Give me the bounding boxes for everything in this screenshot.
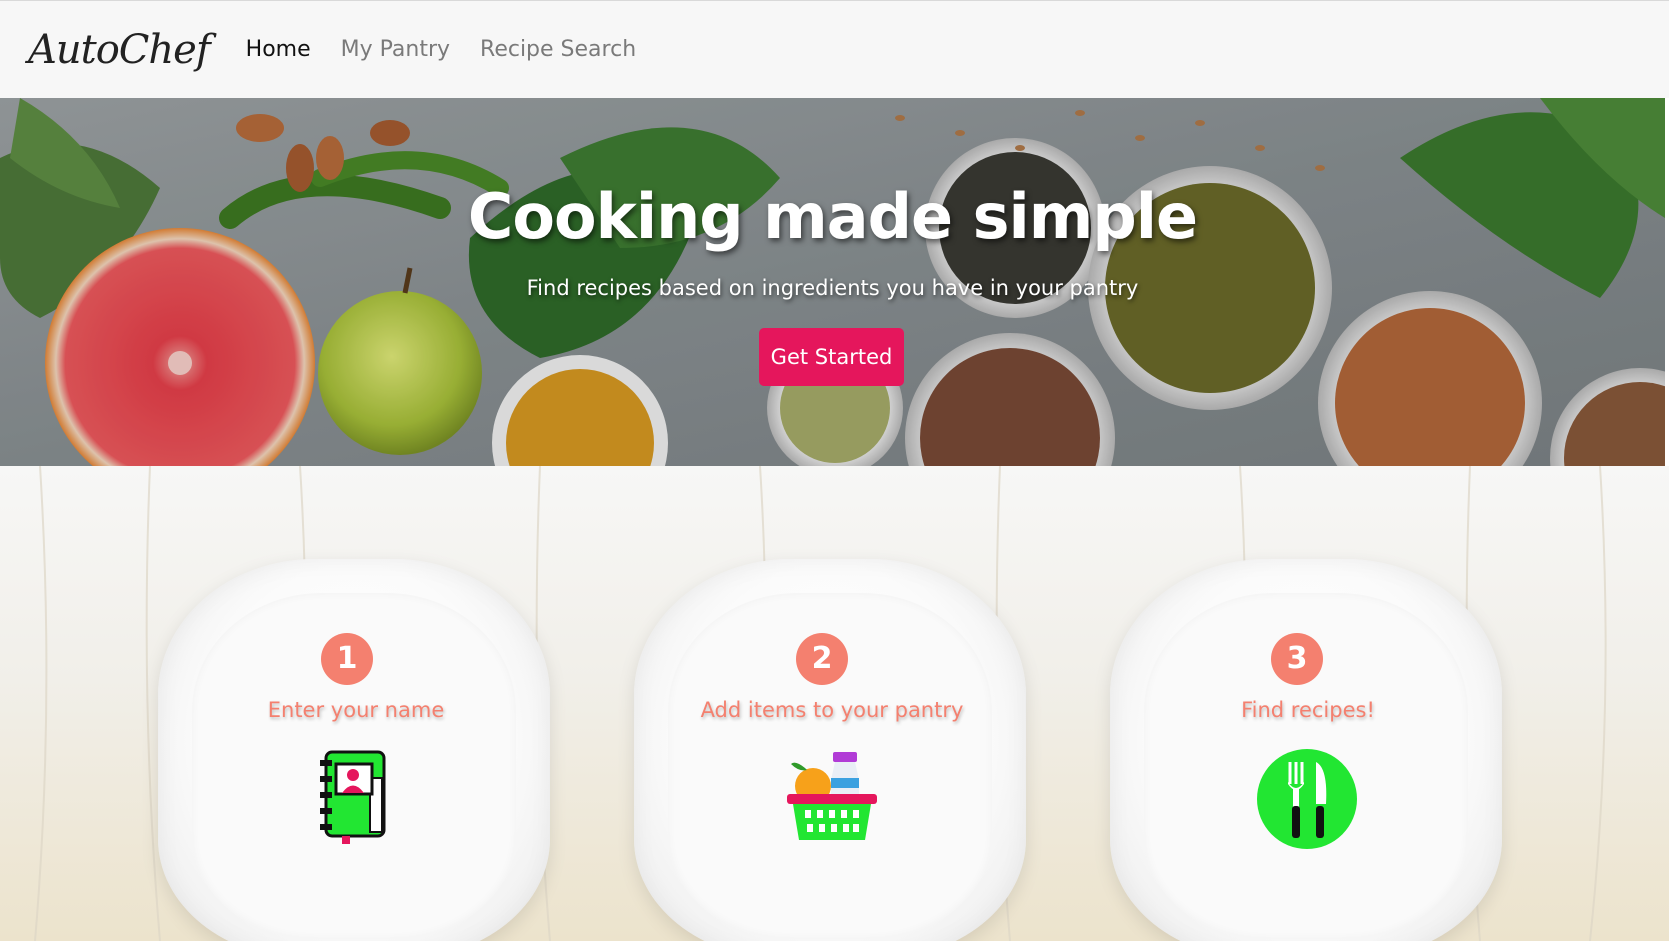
nav-link-home[interactable]: Home [246, 37, 311, 62]
step-label-3: Find recipes! [1241, 698, 1375, 722]
step-label-1: Enter your name [267, 698, 445, 722]
grocery-basket-icon [787, 752, 877, 840]
nav-link-recipe-search[interactable]: Recipe Search [480, 37, 636, 62]
get-started-button[interactable]: Get Started [759, 328, 904, 386]
how-it-works-section: 1 Enter your name 2 Add items to your pa… [0, 466, 1669, 941]
step-number-1: 1 [321, 633, 373, 685]
step-number-2: 2 [796, 633, 848, 685]
address-book-icon [320, 750, 386, 844]
step-number-3: 3 [1271, 633, 1323, 685]
fork-knife-icon [1257, 749, 1357, 849]
step-label-2: Add items to your pantry [700, 698, 964, 722]
hero-title: Cooking made simple [467, 180, 1198, 253]
hero-content: Cooking made simple Find recipes based o… [0, 98, 1665, 466]
nav-link-my-pantry[interactable]: My Pantry [341, 37, 450, 62]
brand-logo[interactable]: AutoChef [28, 27, 211, 73]
top-navbar: AutoChef Home My Pantry Recipe Search [0, 0, 1669, 98]
hero-banner: Cooking made simple Find recipes based o… [0, 98, 1665, 466]
hero-subtitle: Find recipes based on ingredients you ha… [526, 276, 1139, 300]
